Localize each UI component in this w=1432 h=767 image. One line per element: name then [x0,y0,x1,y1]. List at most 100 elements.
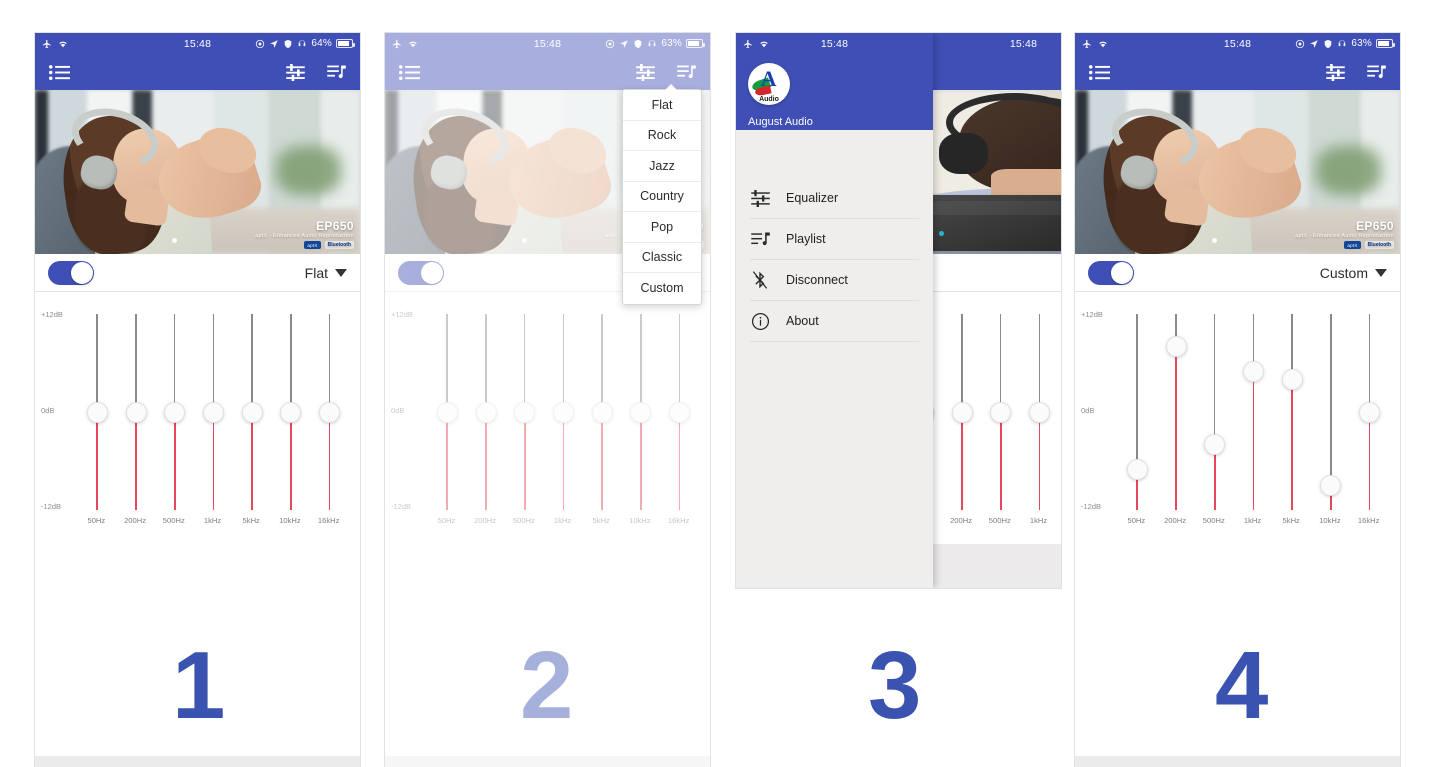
hero-product-image: EP650 aptX - Enhanced Audio Reproduction… [1075,90,1400,254]
product-tagline: aptX - Enhanced Audio Reproduction [255,233,354,239]
preset-option-country[interactable]: Country [623,182,701,212]
eq-band-500hz[interactable] [990,314,1012,510]
app-logo: A Audio [748,63,790,105]
slider-track-upper [961,314,963,412]
slider-thumb[interactable] [951,401,973,423]
slider-track-upper [212,314,215,412]
equalizer-icon [750,189,770,207]
equalizer-toggle-row: Custom [1075,254,1400,292]
drawer-item-label: About [786,314,819,328]
slider-thumb[interactable] [241,401,263,423]
slider-thumb[interactable] [1204,434,1226,456]
slider-thumb[interactable] [164,401,186,423]
db-mid-label: 0dB [1081,406,1095,415]
slider-thumb[interactable] [1320,475,1342,496]
eq-band-10khz[interactable] [1320,314,1342,510]
eq-band-200hz[interactable] [951,314,973,510]
frequency-labels: 50Hz200Hz500Hz1kHz5kHz10kHz16kHz [933,516,1061,532]
eq-band-16khz[interactable] [1359,314,1381,510]
logo-letter: A [760,66,777,92]
slider-thumb[interactable] [933,401,934,423]
eq-band-1khz[interactable] [203,314,224,510]
preset-option-pop[interactable]: Pop [623,212,701,243]
slider-track-lower [1252,371,1255,510]
preset-option-flat[interactable]: Flat [623,90,701,121]
slider-thumb[interactable] [1359,401,1381,423]
slider-thumb[interactable] [125,401,147,423]
slider-thumb[interactable] [1126,458,1148,480]
slider-track-lower [173,412,176,510]
poster-canvas: 15:48 64% EP650 aptX - Enhanced Audio Re… [0,0,1432,767]
slider-thumb[interactable] [990,401,1012,423]
slider-track-upper [1038,314,1041,412]
eq-band-200hz[interactable] [125,314,147,510]
eq-band-50hz[interactable] [86,314,108,510]
slider-track-upper [1136,314,1138,470]
equalizer-enable-toggle[interactable] [48,260,94,285]
slider-track-lower [328,412,331,510]
shield-icon [285,39,292,48]
eq-band-1khz[interactable] [1029,314,1050,510]
preset-option-rock[interactable]: Rock [623,121,701,151]
preset-option-jazz[interactable]: Jazz [623,151,701,182]
db-max-label: +12dB [41,310,63,319]
slider-track-lower [212,412,215,510]
navigation-icon [1310,39,1319,48]
slider-track-upper [999,314,1002,412]
list-menu-icon[interactable] [1089,64,1110,80]
drawer-item-disconnect[interactable]: Disconnect [750,260,919,301]
eq-band-16khz[interactable] [319,314,341,510]
equalizer-sliders: +12dB 0dB -12dB [933,314,1061,510]
slider-thumb[interactable] [1243,360,1264,382]
player-bar: Song Artist [35,756,360,767]
eq-band-5khz[interactable] [241,314,263,510]
shield-icon [1325,39,1332,48]
preset-dropdown-trigger[interactable]: Custom [1320,265,1387,281]
list-menu-icon[interactable] [49,64,70,80]
eq-band-500hz[interactable] [164,314,186,510]
status-bar: 15:48 64% [35,33,360,54]
battery-percent: 63% [1351,38,1372,49]
preset-dropdown-trigger[interactable]: Flat [305,265,347,281]
eq-band-50hz[interactable] [1126,314,1148,510]
playlist-icon[interactable] [327,64,346,81]
slider-thumb[interactable] [1029,401,1050,423]
eq-band-500hz[interactable] [1204,314,1226,510]
navigation-drawer: 15:48 A Audio August Audio Equalizer Play… [736,33,933,588]
equalizer-icon[interactable] [1326,63,1345,81]
slider-thumb[interactable] [86,401,108,423]
screen-2-preset-menu-open: 15:48 63% [385,33,710,767]
frequency-label-50hz: 50Hz [1127,516,1146,525]
toggle-knob [71,261,93,284]
preset-option-custom[interactable]: Custom [623,273,701,304]
headset-icon [299,39,306,46]
slider-thumb[interactable] [319,401,341,423]
product-tagline: aptX - Enhanced Audio Reproduction [1295,233,1394,239]
preset-option-classic[interactable]: Classic [623,243,701,273]
eq-band-200hz[interactable] [1165,314,1187,510]
drawer-header: A Audio August Audio [736,54,933,130]
equalizer-sliders: +12dB 0dB -12dB [1081,310,1388,511]
drawer-item-equalizer[interactable]: Equalizer [750,178,919,219]
status-time: 15:48 [820,37,849,50]
eq-band-10khz[interactable] [280,314,302,510]
frequency-label-200hz: 200Hz [1164,516,1187,525]
equalizer-icon[interactable] [286,63,305,81]
slider-thumb[interactable] [1281,368,1303,390]
eq-band-1khz[interactable] [1243,314,1264,510]
frequency-label-5khz: 5kHz [242,516,260,525]
equalizer-toggle-row: Flat [35,254,360,292]
drawer-item-about[interactable]: About [750,301,919,342]
slider-thumb[interactable] [1165,336,1187,358]
chevron-down-icon [335,268,347,277]
frequency-label-200hz: 200Hz [124,516,147,525]
slider-thumb[interactable] [280,401,302,423]
playlist-icon[interactable] [1367,64,1386,81]
frequency-label-1khz: 1kHz [1029,516,1048,525]
hero-product-image: EP650 aptX - Enhanced Audio Reproduction… [35,90,360,254]
slider-track-upper [1329,314,1332,486]
equalizer-enable-toggle[interactable] [1088,260,1134,285]
eq-band-5khz[interactable] [1281,314,1303,510]
slider-thumb[interactable] [203,401,224,423]
drawer-item-playlist[interactable]: Playlist [750,219,919,260]
